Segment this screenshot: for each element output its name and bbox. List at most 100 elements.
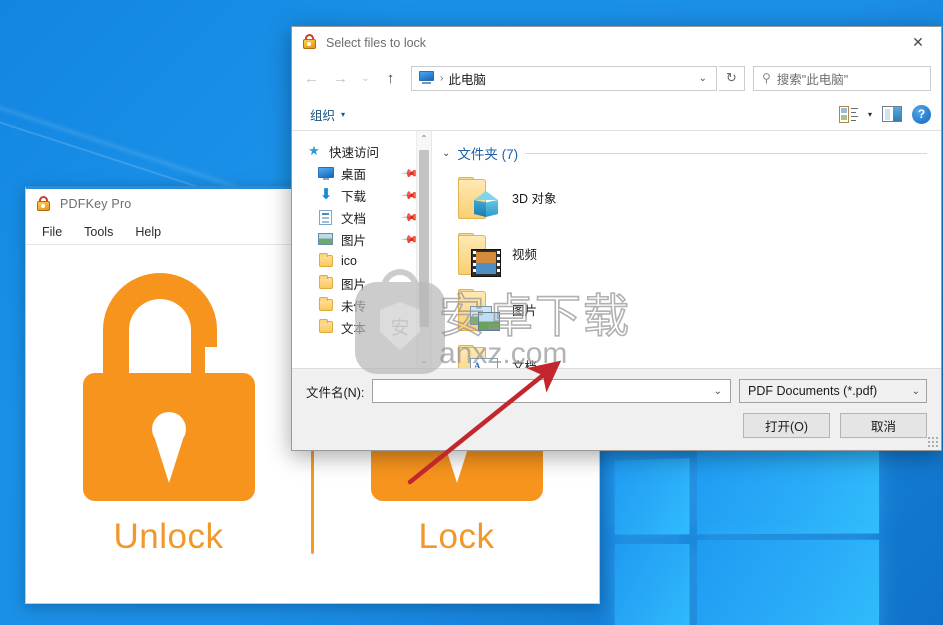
group-header: ⌄ 文件夹 (7) bbox=[432, 143, 941, 163]
menu-help[interactable]: Help bbox=[125, 222, 171, 242]
refresh-button[interactable]: ↻ bbox=[719, 65, 745, 91]
file-name: 图片 bbox=[512, 304, 538, 318]
list-item[interactable]: 视频 bbox=[432, 225, 941, 281]
search-input[interactable]: ⚲ 搜索"此电脑" bbox=[753, 65, 931, 91]
up-button[interactable]: ↑ bbox=[377, 65, 404, 92]
sidebar-item-label: 图片 bbox=[341, 233, 367, 248]
back-button[interactable]: ← bbox=[298, 65, 325, 92]
resize-grip[interactable] bbox=[927, 436, 938, 447]
cancel-button[interactable]: 取消 bbox=[840, 413, 927, 438]
view-options-chevron-icon[interactable]: ▾ bbox=[868, 110, 872, 119]
star-icon: ★ bbox=[308, 143, 320, 158]
dialog-content: ★ 快速访问 桌面 📌 ⬇ 下载 📌 文档 📌 图片 📌 ico 图片 未传 文… bbox=[292, 131, 941, 369]
chevron-down-icon: ⌄ bbox=[911, 385, 920, 397]
dialog-navbar: ← → ⌄ ↑ › 此电脑 ⌄ ↻ ⚲ 搜索"此电脑" bbox=[292, 58, 941, 98]
filename-label: 文件名(N): bbox=[306, 385, 365, 400]
recent-locations-chevron-icon[interactable]: ⌄ bbox=[356, 65, 375, 92]
dialog-titlebar[interactable]: Select files to lock ✕ bbox=[292, 27, 941, 58]
list-item[interactable]: 3D 对象 bbox=[432, 169, 941, 225]
pdfkey-title-text: PDFKey Pro bbox=[60, 197, 132, 211]
folder-icon bbox=[318, 319, 334, 334]
sidebar-item-pictures[interactable]: 图片 📌 bbox=[292, 228, 431, 250]
folder-icon bbox=[454, 233, 501, 277]
video-emblem bbox=[471, 249, 501, 277]
list-item[interactable]: 图片 bbox=[432, 281, 941, 337]
filetype-value: PDF Documents (*.pdf) bbox=[748, 384, 878, 398]
documents-icon bbox=[318, 210, 334, 225]
scroll-up-icon[interactable]: ⌃ bbox=[417, 131, 431, 146]
folder-icon bbox=[454, 289, 500, 333]
sidebar-item-downloads[interactable]: ⬇ 下载 📌 bbox=[292, 184, 431, 206]
pdfkey-app-icon bbox=[301, 34, 318, 51]
file-list-pane[interactable]: ⌄ 文件夹 (7) 3D 对象 视频 图片 A 文档 bbox=[432, 131, 941, 368]
this-pc-icon bbox=[418, 71, 435, 85]
sidebar-item-ico[interactable]: ico bbox=[292, 250, 431, 272]
divider bbox=[525, 152, 927, 154]
document-emblem: A bbox=[470, 358, 498, 368]
sidebar-item-label: 快速访问 bbox=[329, 145, 380, 160]
filetype-select[interactable]: PDF Documents (*.pdf) ⌄ bbox=[739, 379, 927, 403]
select-files-dialog[interactable]: Select files to lock ✕ ← → ⌄ ↑ › 此电脑 ⌄ ↻… bbox=[291, 26, 942, 451]
menu-file[interactable]: File bbox=[32, 222, 72, 242]
filename-input[interactable]: ⌄ bbox=[372, 379, 731, 403]
folder-icon bbox=[318, 253, 334, 268]
open-padlock-icon[interactable] bbox=[82, 272, 255, 501]
sidebar-item-pictures-folder[interactable]: 图片 bbox=[292, 272, 431, 294]
sidebar-item-documents[interactable]: 文档 📌 bbox=[292, 206, 431, 228]
sidebar-item-quick-access[interactable]: ★ 快速访问 bbox=[292, 140, 431, 162]
scroll-down-icon[interactable]: ⌄ bbox=[417, 353, 431, 368]
folder-icon bbox=[318, 297, 334, 312]
forward-button[interactable]: → bbox=[327, 65, 354, 92]
sidebar-item-label: 未传 bbox=[341, 299, 367, 314]
sidebar-item-label: 桌面 bbox=[341, 167, 367, 182]
sidebar-item-desktop[interactable]: 桌面 📌 bbox=[292, 162, 431, 184]
list-item[interactable]: A 文档 bbox=[432, 337, 941, 368]
chevron-down-icon[interactable]: ⌄ bbox=[710, 386, 726, 397]
breadcrumb[interactable]: 此电脑 bbox=[448, 69, 486, 88]
folder-icon bbox=[454, 177, 500, 221]
menu-tools[interactable]: Tools bbox=[74, 222, 123, 242]
sidebar-item-label: 文本 bbox=[341, 321, 367, 336]
close-icon[interactable]: ✕ bbox=[895, 27, 941, 58]
file-name: 视频 bbox=[512, 248, 538, 262]
address-bar[interactable]: › 此电脑 ⌄ bbox=[411, 65, 717, 91]
pictures-icon bbox=[318, 232, 334, 246]
pdfkey-app-icon bbox=[35, 195, 52, 213]
view-options-icon[interactable] bbox=[838, 105, 858, 123]
search-icon: ⚲ bbox=[762, 71, 771, 85]
dialog-footer: 文件名(N): ⌄ PDF Documents (*.pdf) ⌄ 打开(O) … bbox=[292, 369, 941, 450]
preview-pane-icon[interactable] bbox=[882, 106, 902, 122]
sidebar-item-text[interactable]: 文本 bbox=[292, 316, 431, 338]
download-icon: ⬇ bbox=[319, 186, 333, 203]
sidebar-scrollbar[interactable]: ⌃ ⌄ bbox=[416, 131, 431, 368]
sidebar-item-unsent[interactable]: 未传 bbox=[292, 294, 431, 316]
organize-label: 组织 bbox=[310, 108, 336, 123]
command-bar-right: ▾ ? bbox=[838, 104, 931, 124]
navigation-pane[interactable]: ★ 快速访问 桌面 📌 ⬇ 下载 📌 文档 📌 图片 📌 ico 图片 未传 文… bbox=[292, 131, 432, 368]
scrollbar-thumb[interactable] bbox=[419, 150, 429, 327]
dialog-title-text: Select files to lock bbox=[326, 35, 427, 50]
sidebar-item-label: 文档 bbox=[341, 211, 367, 226]
sidebar-item-label: 下载 bbox=[341, 189, 367, 204]
help-icon[interactable]: ? bbox=[912, 104, 931, 124]
breadcrumb-separator: › bbox=[440, 72, 444, 84]
unlock-label: Unlock bbox=[113, 516, 224, 556]
folder-icon: A bbox=[454, 345, 500, 368]
unlock-action-pane[interactable]: Unlock bbox=[26, 245, 311, 602]
pictures-emblem bbox=[470, 306, 501, 332]
chevron-down-icon[interactable]: ⌄ bbox=[442, 148, 450, 159]
desktop-icon bbox=[318, 166, 334, 180]
chevron-down-icon: ▾ bbox=[341, 109, 346, 119]
folder-icon bbox=[318, 275, 334, 290]
file-name: 3D 对象 bbox=[512, 192, 557, 206]
cube-emblem bbox=[470, 189, 502, 221]
lock-label: Lock bbox=[418, 516, 495, 556]
windows-logo-wallpaper bbox=[614, 442, 912, 625]
group-label: 文件夹 (7) bbox=[457, 147, 519, 162]
sidebar-item-label: ico bbox=[341, 254, 357, 268]
chevron-down-icon[interactable]: ⌄ bbox=[694, 73, 712, 84]
dialog-buttons: 打开(O) 取消 bbox=[306, 413, 927, 438]
organize-button[interactable]: 组织 ▾ bbox=[304, 102, 351, 127]
dialog-command-bar: 组织 ▾ ▾ ? bbox=[292, 98, 941, 131]
open-button[interactable]: 打开(O) bbox=[743, 413, 830, 438]
